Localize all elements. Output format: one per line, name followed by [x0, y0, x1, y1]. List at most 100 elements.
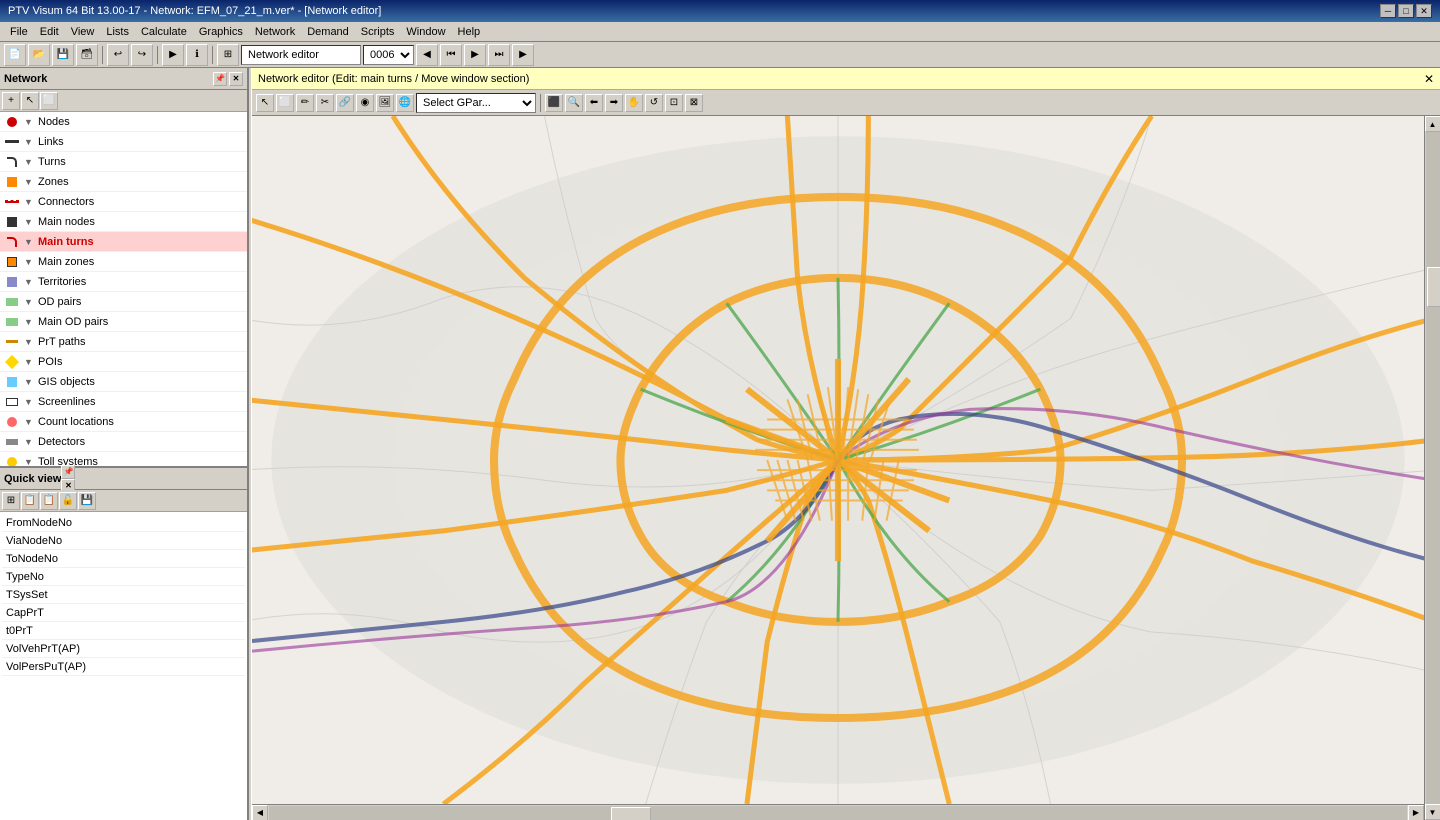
map-tb-zoomin[interactable]: 🔍	[565, 94, 583, 112]
map-close-button[interactable]: ✕	[1424, 72, 1434, 86]
sidebar-item-mainturns[interactable]: ▼Main turns	[0, 232, 247, 252]
scroll-down-btn[interactable]: ▼	[1425, 804, 1440, 820]
sidebar-item-nodes[interactable]: ▼Nodes	[0, 112, 247, 132]
menu-demand[interactable]: Demand	[301, 24, 355, 40]
map-canvas[interactable]	[252, 116, 1424, 804]
sidebar-item-label: POIs	[38, 356, 243, 368]
minimize-button[interactable]: ─	[1380, 4, 1396, 18]
sidebar-item-label: Main zones	[38, 256, 243, 268]
scroll-thumb-h[interactable]	[611, 807, 651, 820]
sidebar-item-screenlines[interactable]: ▼Screenlines	[0, 392, 247, 412]
qv-tb-btn4[interactable]: 🔓	[59, 492, 77, 510]
sidebar-item-connectors[interactable]: ▼Connectors	[0, 192, 247, 212]
tb-prev[interactable]: ◀	[416, 44, 438, 66]
sidebar-item-label: Turns	[38, 156, 243, 168]
tb-next2[interactable]: ⏭	[488, 44, 510, 66]
menu-lists[interactable]: Lists	[100, 24, 135, 40]
menu-calculate[interactable]: Calculate	[135, 24, 193, 40]
sidebar-item-zones[interactable]: ▼Zones	[0, 172, 247, 192]
tb-undo[interactable]: ↩	[107, 44, 129, 66]
tb-open[interactable]: 📂	[28, 44, 50, 66]
sidebar-item-label: GIS objects	[38, 376, 243, 388]
gpar-select[interactable]: Select GPar...	[416, 93, 536, 113]
quickview-pin-button[interactable]: 📌	[61, 465, 75, 479]
sidebar-item-mainnodes[interactable]: ▼Main nodes	[0, 212, 247, 232]
chevron-down-icon: ▼	[24, 317, 36, 327]
sep3	[212, 46, 213, 64]
tb-save[interactable]: 💾	[52, 44, 74, 66]
map-tb-node[interactable]: ◉	[356, 94, 374, 112]
quickview-panel-header: Quick view 📌 ✕	[0, 468, 247, 490]
map-tb-extra[interactable]: ⊠	[685, 94, 703, 112]
tb-info[interactable]: ℹ	[186, 44, 208, 66]
sidebar-item-label: Main OD pairs	[38, 316, 243, 328]
map-tb-pencil[interactable]: ✏	[296, 94, 314, 112]
sidebar-item-pois[interactable]: ▼POIs	[0, 352, 247, 372]
map-right-scrollbar[interactable]: ▲ ▼	[1424, 116, 1440, 820]
menu-help[interactable]: Help	[452, 24, 487, 40]
map-tb-img[interactable]: 🖼	[376, 94, 394, 112]
sidebar-item-mainzones[interactable]: ▼Main zones	[0, 252, 247, 272]
menu-window[interactable]: Window	[400, 24, 451, 40]
map-tb-pan[interactable]: ✋	[625, 94, 643, 112]
menu-network[interactable]: Network	[249, 24, 301, 40]
qv-tb-btn5[interactable]: 💾	[78, 492, 96, 510]
map-tb-forward[interactable]: ➡	[605, 94, 623, 112]
scroll-up-btn[interactable]: ▲	[1425, 116, 1440, 132]
quickview-panel: Quick view 📌 ✕ ⊞ 📋 📋 🔓 💾 FromNodeNoViaNo…	[0, 468, 247, 820]
net-tb-box[interactable]: ⬜	[40, 92, 58, 110]
chevron-down-icon: ▼	[24, 277, 36, 287]
tb-play[interactable]: ▶	[512, 44, 534, 66]
qv-tb-btn3[interactable]: 📋	[40, 492, 58, 510]
quickview-field: VolVehPrT(AP)	[2, 640, 245, 658]
net-tb-pointer[interactable]: ↖	[21, 92, 39, 110]
network-toolbar: + ↖ ⬜	[0, 90, 247, 112]
menu-view[interactable]: View	[65, 24, 101, 40]
scroll-thumb-v[interactable]	[1427, 267, 1440, 307]
menu-file[interactable]: File	[4, 24, 34, 40]
tb-run[interactable]: ▶	[162, 44, 184, 66]
scroll-right-btn[interactable]: ▶	[1408, 805, 1424, 820]
maximize-button[interactable]: □	[1398, 4, 1414, 18]
menu-edit[interactable]: Edit	[34, 24, 65, 40]
scroll-left-btn[interactable]: ◀	[252, 805, 268, 820]
map-tb-refresh[interactable]: ↺	[645, 94, 663, 112]
tb-redo[interactable]: ↪	[131, 44, 153, 66]
menu-graphics[interactable]: Graphics	[193, 24, 249, 40]
sidebar-item-territories[interactable]: ▼Territories	[0, 272, 247, 292]
map-tb-pointer[interactable]: ↖	[256, 94, 274, 112]
sidebar-item-countlocations[interactable]: ▼Count locations	[0, 412, 247, 432]
map-tb-edit[interactable]: ✂	[316, 94, 334, 112]
sidebar-item-detectors[interactable]: ▼Detectors	[0, 432, 247, 452]
net-tb-add[interactable]: +	[2, 92, 20, 110]
network-close-button[interactable]: ✕	[229, 72, 243, 86]
od-icon	[4, 294, 20, 310]
qv-tb-btn1[interactable]: ⊞	[2, 492, 20, 510]
network-editor-label: Network editor	[241, 45, 361, 65]
qv-tb-btn2[interactable]: 📋	[21, 492, 39, 510]
sidebar-item-tollsystems[interactable]: ▼Toll systems	[0, 452, 247, 466]
sidebar-item-links[interactable]: ▼Links	[0, 132, 247, 152]
menu-scripts[interactable]: Scripts	[355, 24, 401, 40]
map-tb-select[interactable]: ⬜	[276, 94, 294, 112]
sidebar-item-odpairs[interactable]: ▼OD pairs	[0, 292, 247, 312]
map-tb-back[interactable]: ⬅	[585, 94, 603, 112]
sidebar-item-gisobjects[interactable]: ▼GIS objects	[0, 372, 247, 392]
map-tb-snap[interactable]: 🔗	[336, 94, 354, 112]
tb-save2[interactable]: 🗃	[76, 44, 98, 66]
network-pin-button[interactable]: 📌	[213, 72, 227, 86]
tb-new[interactable]: 📄	[4, 44, 26, 66]
main-area: Network 📌 ✕ + ↖ ⬜ ▼Nodes▼Links▼Turns▼Zon…	[0, 68, 1440, 820]
view-combo[interactable]: 0006	[363, 45, 414, 65]
map-tb-frame[interactable]: ⬛	[545, 94, 563, 112]
tb-prev2[interactable]: ⏮	[440, 44, 462, 66]
tb-next[interactable]: ▶	[464, 44, 486, 66]
map-tb-select2[interactable]: ⊡	[665, 94, 683, 112]
sidebar-item-mainodpairs[interactable]: ▼Main OD pairs	[0, 312, 247, 332]
sidebar-item-prtpaths[interactable]: ▼PrT paths	[0, 332, 247, 352]
close-button[interactable]: ✕	[1416, 4, 1432, 18]
map-tb-globe[interactable]: 🌐	[396, 94, 414, 112]
map-bottom-scrollbar[interactable]: ◀ ▶	[252, 804, 1424, 820]
sidebar-item-turns[interactable]: ▼Turns	[0, 152, 247, 172]
tb-icon1[interactable]: ⊞	[217, 44, 239, 66]
